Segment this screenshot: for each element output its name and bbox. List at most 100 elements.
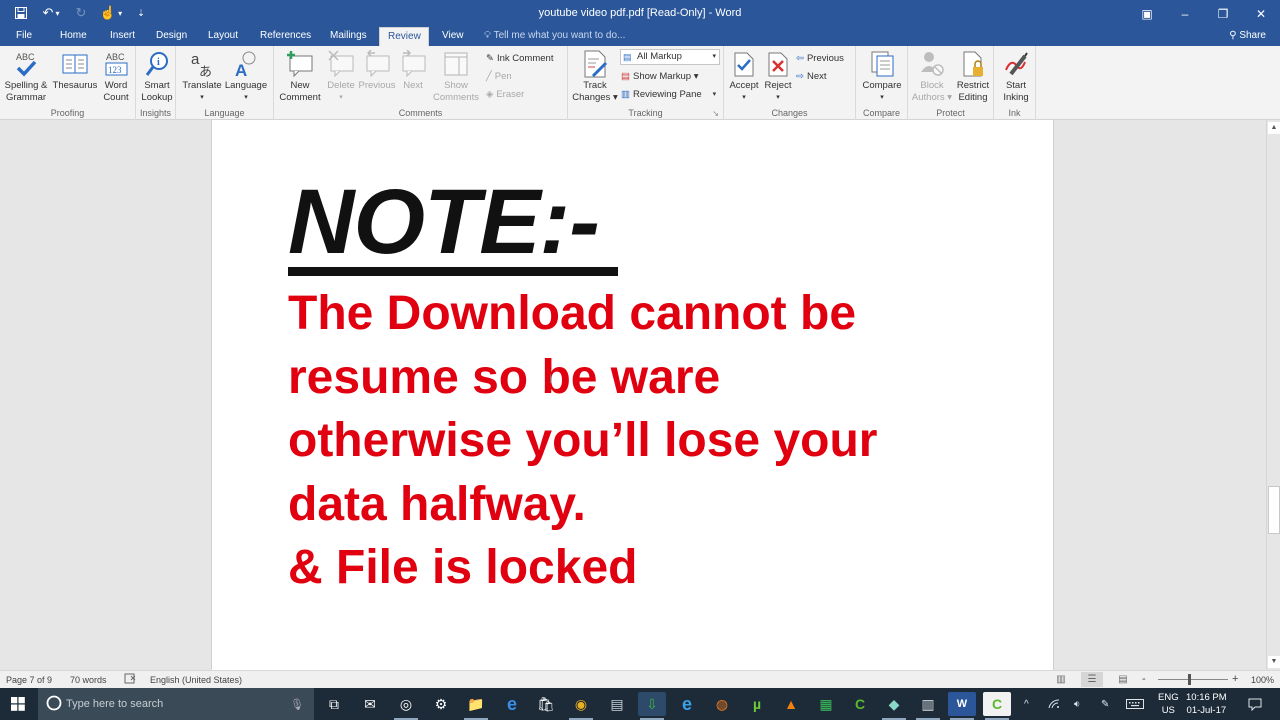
microphone-icon[interactable]: 🎙︎ bbox=[290, 698, 304, 711]
taskbar-app-file-explorer[interactable]: 📁 bbox=[462, 692, 490, 720]
markup-display-select[interactable]: ▤ All Markup ▾ bbox=[620, 49, 720, 65]
tab-review[interactable]: Review bbox=[379, 27, 429, 46]
page-count[interactable]: Page 7 of 9 bbox=[6, 675, 52, 685]
accept-button[interactable]: Accept ▾ bbox=[728, 48, 760, 104]
tell-me-search[interactable]: 💡︎ Tell me what you want to do... bbox=[484, 27, 625, 46]
taskbar-app-edge[interactable]: e bbox=[498, 692, 526, 716]
taskbar-app-internet-explorer[interactable]: e bbox=[673, 692, 701, 716]
ribbon-display-options-icon[interactable]: ▣ bbox=[1128, 0, 1166, 27]
taskbar-app-generic[interactable]: ▤ bbox=[603, 692, 631, 716]
scrollbar-thumb[interactable] bbox=[1268, 486, 1280, 534]
eraser-button[interactable]: ◈ Eraser bbox=[486, 86, 524, 102]
customize-qat-icon[interactable]: ⇣ bbox=[128, 3, 154, 23]
new-comment-button[interactable]: New Comment bbox=[279, 48, 321, 104]
thesaurus-button[interactable]: Thesaurus bbox=[52, 48, 98, 92]
tab-insert[interactable]: Insert bbox=[102, 27, 143, 46]
spelling-grammar-button[interactable]: ABC Spelling & Grammar bbox=[4, 48, 48, 104]
zoom-slider-thumb[interactable] bbox=[1188, 674, 1191, 685]
proofing-status-icon[interactable] bbox=[124, 673, 136, 686]
tab-file[interactable]: File bbox=[8, 27, 40, 46]
smart-lookup-button[interactable]: i Smart Lookup bbox=[140, 48, 174, 104]
scroll-down-icon[interactable]: ▼ bbox=[1268, 656, 1280, 668]
block-authors-button[interactable]: Block Authors ▾ bbox=[912, 48, 952, 104]
track-changes-button[interactable]: Track Changes ▾ bbox=[572, 48, 618, 104]
close-icon[interactable]: ✕ bbox=[1242, 0, 1280, 27]
start-inking-button[interactable]: Start Inking bbox=[998, 48, 1034, 104]
ink-comment-button[interactable]: ✎ Ink Comment bbox=[486, 50, 553, 66]
undo-button[interactable]: ↶ ▾ bbox=[38, 3, 64, 23]
taskbar-app-document[interactable]: ▥ bbox=[914, 692, 942, 720]
zoom-out-button[interactable]: - bbox=[1142, 673, 1146, 685]
taskbar-app-green[interactable]: ▦ bbox=[812, 692, 840, 716]
previous-comment-button[interactable]: Previous bbox=[358, 48, 396, 92]
taskbar-app-groove[interactable]: ◎ bbox=[392, 692, 420, 720]
taskbar-app-teal[interactable]: ◆ bbox=[880, 692, 908, 720]
touch-keyboard-icon[interactable] bbox=[1126, 688, 1144, 720]
taskbar-app-utorrent[interactable]: µ bbox=[743, 692, 771, 716]
tab-references[interactable]: References bbox=[252, 27, 319, 46]
taskbar-app-mail[interactable]: ✉ bbox=[356, 692, 384, 716]
comments-group-label: Comments bbox=[398, 108, 443, 118]
share-button[interactable]: ⚲ Share bbox=[1229, 27, 1266, 46]
taskbar-app-camtasia[interactable]: C bbox=[846, 692, 874, 716]
tab-view[interactable]: View bbox=[434, 27, 472, 46]
taskbar-app-store[interactable]: 🛍 bbox=[532, 692, 560, 716]
delete-comment-button[interactable]: Delete ▾ bbox=[324, 48, 358, 104]
windows-start-icon[interactable] bbox=[4, 692, 32, 716]
word-count-button[interactable]: ABC 123 Word Count bbox=[100, 48, 132, 104]
document-page[interactable]: NOTE:- The Download cannot be resume so … bbox=[211, 120, 1054, 670]
vertical-scrollbar[interactable]: ▲ ▼ bbox=[1266, 120, 1280, 670]
redo-icon[interactable]: ↻ bbox=[68, 3, 94, 23]
tab-design[interactable]: Design bbox=[148, 27, 195, 46]
taskbar-search-box[interactable]: Type here to search 🎙︎ bbox=[38, 688, 314, 720]
show-comments-button[interactable]: Show Comments bbox=[430, 48, 482, 104]
reviewing-pane-button[interactable]: ▥ Reviewing Pane ▾ bbox=[621, 86, 716, 102]
taskbar-app-firefox[interactable]: ◍ bbox=[708, 692, 736, 716]
zoom-in-button[interactable]: + bbox=[1232, 673, 1238, 685]
tray-overflow-icon[interactable]: ^ bbox=[1024, 688, 1029, 720]
translate-icon: aあ bbox=[187, 48, 217, 80]
taskbar-app-vlc[interactable]: ▲ bbox=[777, 692, 805, 716]
zoom-slider-track[interactable] bbox=[1158, 679, 1228, 680]
document-language[interactable]: English (United States) bbox=[150, 675, 242, 685]
taskbar-app-chrome[interactable]: ◉ bbox=[567, 692, 595, 720]
compare-button[interactable]: Compare ▾ bbox=[860, 48, 904, 104]
minimize-icon[interactable]: – bbox=[1166, 0, 1204, 27]
tab-layout[interactable]: Layout bbox=[200, 27, 246, 46]
save-icon[interactable] bbox=[8, 3, 34, 23]
pen-workspace-icon[interactable]: ✎ bbox=[1101, 688, 1109, 720]
tracking-dialog-launcher-icon[interactable]: ↘ bbox=[712, 109, 719, 118]
zoom-level[interactable]: 100% bbox=[1251, 675, 1274, 685]
taskbar-app-settings[interactable]: ⚙ bbox=[427, 692, 455, 716]
wifi-icon[interactable] bbox=[1048, 688, 1060, 720]
tab-mailings[interactable]: Mailings bbox=[322, 27, 375, 46]
reject-button[interactable]: Reject ▾ bbox=[762, 48, 794, 104]
restore-icon[interactable]: ❐ bbox=[1204, 0, 1242, 27]
web-layout-icon[interactable]: ▤ bbox=[1112, 672, 1134, 687]
ink-group-label: Ink bbox=[1008, 108, 1021, 118]
translate-button[interactable]: aあ Translate ▾ bbox=[182, 48, 222, 104]
next-change-button[interactable]: ⇨ Next bbox=[796, 68, 827, 84]
next-comment-button[interactable]: Next bbox=[398, 48, 428, 92]
show-markup-button[interactable]: ▤ Show Markup ▾ bbox=[621, 68, 698, 84]
word-count[interactable]: 70 words bbox=[70, 675, 107, 685]
scroll-up-icon[interactable]: ▲ bbox=[1268, 122, 1280, 134]
print-layout-icon[interactable]: ☰ bbox=[1081, 672, 1103, 687]
taskbar-app-task-view[interactable]: ⧉ bbox=[320, 692, 348, 716]
touch-mode-button[interactable]: ☝ ▾ bbox=[98, 3, 124, 23]
taskbar-app-camtasia-recorder[interactable]: C bbox=[983, 692, 1011, 720]
language-button[interactable]: A Language ▾ bbox=[224, 48, 268, 104]
taskbar-app-internet-download-manager[interactable]: ⇩ bbox=[638, 692, 666, 720]
previous-change-button[interactable]: ⇦ Previous bbox=[796, 50, 844, 66]
system-clock[interactable]: 10:16 PM 01-Jul-17 bbox=[1186, 691, 1227, 717]
clock-time: 10:16 PM bbox=[1186, 692, 1227, 703]
action-center-icon[interactable] bbox=[1248, 688, 1262, 720]
pen-button[interactable]: ╱ Pen bbox=[486, 68, 512, 84]
restrict-editing-button[interactable]: Restrict Editing bbox=[954, 48, 992, 104]
input-language-indicator[interactable]: ENG US bbox=[1158, 691, 1179, 717]
tab-home[interactable]: Home bbox=[52, 27, 95, 46]
taskbar-app-word[interactable]: W bbox=[948, 692, 976, 720]
read-mode-icon[interactable]: ▥ bbox=[1050, 672, 1072, 687]
volume-icon[interactable]: 🔉︎ bbox=[1074, 688, 1080, 720]
undo-dropdown-icon[interactable]: ▾ bbox=[55, 9, 59, 18]
